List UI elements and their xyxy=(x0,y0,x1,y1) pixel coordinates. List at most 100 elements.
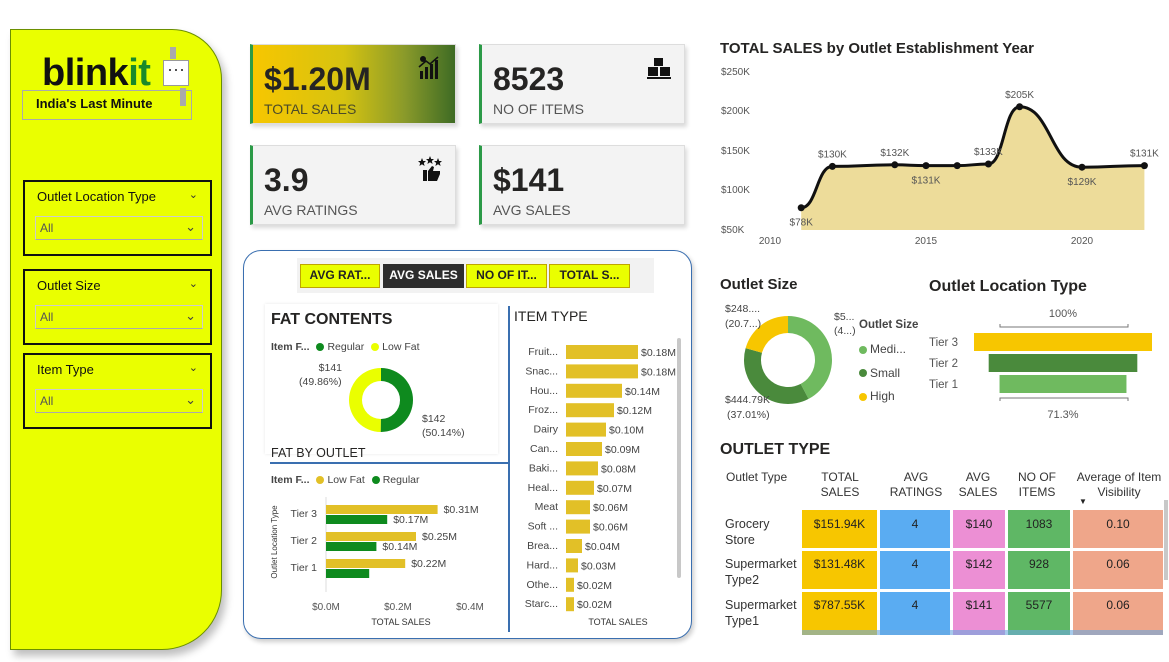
item-type-bar[interactable] xyxy=(566,383,622,398)
scrollbar[interactable] xyxy=(1164,500,1168,580)
legend-title: Item F... xyxy=(271,474,310,486)
slicer-dropdown[interactable]: All ⌄ xyxy=(35,389,203,413)
legend-regular-dot xyxy=(371,476,380,485)
cell-total-sales: $131.48K xyxy=(813,557,866,571)
tab-total-sales[interactable]: TOTAL S... xyxy=(549,264,630,288)
chevron-down-icon[interactable]: ⌄ xyxy=(189,277,198,290)
cell-visibility: 0.06 xyxy=(1106,598,1130,612)
column-header[interactable]: NO OF ITEMS xyxy=(1012,470,1062,500)
item-type-bar[interactable] xyxy=(566,558,578,573)
cell-visibility: 0.06 xyxy=(1106,557,1130,571)
bar-low-fat[interactable] xyxy=(326,505,438,514)
regular-pct-label: (50.14%) xyxy=(422,427,465,439)
data-point[interactable] xyxy=(891,161,899,169)
item-type-title: ITEM TYPE xyxy=(514,308,588,324)
item-type-bar[interactable] xyxy=(566,442,602,456)
legend-label: Medi... xyxy=(870,342,907,356)
slicer-item-type[interactable]: Item Type ⌄ All ⌄ xyxy=(23,353,212,429)
kpi-label: NO OF ITEMS xyxy=(493,101,584,117)
item-type-bar[interactable] xyxy=(566,422,606,437)
y-axis-label: Outlet Location Type xyxy=(270,505,279,579)
slicer-outlet-size[interactable]: Outlet Size ⌄ All ⌄ xyxy=(23,269,212,345)
column-header[interactable]: TOTAL SALES xyxy=(812,470,868,500)
item-type-bar[interactable] xyxy=(566,519,590,534)
bar-regular[interactable] xyxy=(326,569,370,578)
item-type-bar[interactable] xyxy=(566,577,574,592)
tab-avg-sales[interactable]: AVG SALES xyxy=(383,264,464,288)
donut-slice-regular[interactable] xyxy=(380,368,413,432)
legend-dot xyxy=(859,369,867,378)
funnel-bar-tier-3[interactable] xyxy=(974,333,1152,351)
data-label: $0.31M xyxy=(444,504,479,516)
item-type-bar[interactable] xyxy=(566,364,638,379)
column-header[interactable]: AVG RATINGS xyxy=(884,470,948,500)
more-options-button[interactable]: ⋯ xyxy=(163,60,189,86)
item-type-bar[interactable] xyxy=(566,480,594,495)
legend-item-medium: Medi... xyxy=(859,338,906,362)
cell-no-of-items: 1083 xyxy=(1025,517,1053,531)
item-type-bar[interactable] xyxy=(566,461,598,476)
slicer-title: Outlet Size xyxy=(37,278,101,293)
data-label: $0.14M xyxy=(382,541,417,553)
tab-avg-ratings[interactable]: AVG RAT... xyxy=(300,264,380,288)
data-label: $132K xyxy=(880,148,909,159)
chevron-down-icon[interactable]: ⌄ xyxy=(189,188,198,201)
tab-no-of-items[interactable]: NO OF IT... xyxy=(466,264,547,288)
data-point[interactable] xyxy=(1140,162,1148,170)
chevron-down-icon: ⌄ xyxy=(185,308,196,323)
medium-value-label: $5... xyxy=(834,311,855,323)
low-fat-value-label: $141 xyxy=(318,362,342,374)
data-label: $0.18M xyxy=(641,347,676,359)
slicer-outlet-location-type[interactable]: Outlet Location Type ⌄ All ⌄ xyxy=(23,180,212,256)
legend-regular-label: Regular xyxy=(327,341,365,353)
data-label: $129K xyxy=(1068,177,1097,188)
data-label: $0.09M xyxy=(605,444,640,456)
bar-regular[interactable] xyxy=(326,542,377,551)
slicer-dropdown[interactable]: All ⌄ xyxy=(35,216,203,240)
category-label: Can... xyxy=(530,443,558,455)
data-point[interactable] xyxy=(1078,163,1086,171)
data-point[interactable] xyxy=(828,162,836,170)
item-type-bar[interactable] xyxy=(566,403,614,418)
funnel-bar-tier-2[interactable] xyxy=(988,354,1138,372)
column-header[interactable]: Outlet Type xyxy=(726,470,787,485)
data-label: $0.02M xyxy=(577,599,612,611)
data-point[interactable] xyxy=(984,160,992,168)
row-label: Grocery Store xyxy=(725,517,770,547)
data-point[interactable] xyxy=(1016,103,1024,111)
funnel-bar-tier-1[interactable] xyxy=(999,375,1127,393)
bar-regular[interactable] xyxy=(326,515,388,524)
x-tick-label: 2010 xyxy=(759,236,782,247)
data-label: $131K xyxy=(912,176,941,187)
data-label: $0.06M xyxy=(593,502,628,514)
category-label: Tier 1 xyxy=(291,562,318,574)
column-header[interactable]: Average of Item Visibility xyxy=(1076,470,1162,500)
divider xyxy=(508,306,510,632)
sort-desc-icon[interactable]: ▼ xyxy=(1079,497,1087,506)
data-label: $131K xyxy=(1130,149,1159,160)
item-type-bar[interactable] xyxy=(566,345,638,359)
item-type-bar[interactable] xyxy=(566,539,582,553)
category-label: Hou... xyxy=(530,385,558,397)
funnel-top-pct: 100% xyxy=(1049,308,1077,320)
bar-low-fat[interactable] xyxy=(326,559,406,568)
bar-low-fat[interactable] xyxy=(326,532,416,541)
small-value-label: $444.79K xyxy=(725,394,770,406)
data-point[interactable] xyxy=(922,162,930,170)
legend-label: Small xyxy=(870,365,901,380)
data-label: $205K xyxy=(1005,90,1034,101)
data-point[interactable] xyxy=(953,162,961,170)
column-header[interactable]: AVG SALES xyxy=(956,470,1000,500)
slicer-dropdown[interactable]: All ⌄ xyxy=(35,305,203,329)
cell-avg-sales: $141 xyxy=(965,598,993,612)
x-tick-label: 2015 xyxy=(915,236,938,247)
data-label: $0.07M xyxy=(597,483,632,495)
item-type-bar[interactable] xyxy=(566,597,574,612)
item-type-bar[interactable] xyxy=(566,500,590,515)
fat-contents-title: FAT CONTENTS xyxy=(271,311,393,328)
donut-slice-low-fat[interactable] xyxy=(348,368,381,432)
chart-growth-icon xyxy=(418,56,439,79)
data-point[interactable] xyxy=(797,204,805,212)
x-axis-label: TOTAL SALES xyxy=(371,617,430,627)
chevron-down-icon[interactable]: ⌄ xyxy=(189,361,198,374)
